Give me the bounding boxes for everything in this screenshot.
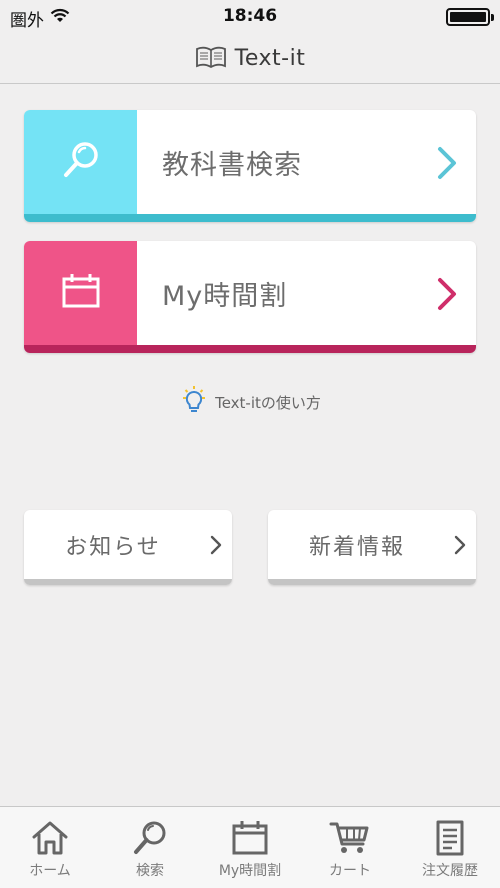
document-icon <box>430 819 470 857</box>
battery-fill <box>450 12 486 22</box>
cart-icon <box>329 819 371 857</box>
my-timetable-label: My時間割 <box>162 280 288 312</box>
news-button[interactable]: お知らせ <box>24 510 232 585</box>
new-arrivals-button[interactable]: 新着情報 <box>268 510 476 585</box>
news-label: お知らせ <box>65 534 161 560</box>
home-icon <box>30 819 70 857</box>
tab-bar: ホーム 検索 My時間割 カート 注文履歴 <box>0 806 500 888</box>
new-arrivals-card-accent <box>268 579 476 585</box>
chevron-right-icon <box>436 277 458 315</box>
book-icon <box>195 45 227 73</box>
tab-cart-label: カート <box>329 863 371 879</box>
new-arrivals-label: 新着情報 <box>308 534 405 560</box>
tab-search-label: 検索 <box>136 863 164 879</box>
nav-bar: Text-it <box>0 34 500 84</box>
tab-search[interactable]: 検索 <box>100 807 200 888</box>
tab-order-history-label: 注文履歴 <box>422 863 478 879</box>
calendar-icon <box>230 819 270 857</box>
tab-order-history[interactable]: 注文履歴 <box>400 807 500 888</box>
home-screen: 圏外 18:46 Text-it 教科書検索 My時間割 Text-itの使い方… <box>0 0 500 888</box>
how-to-use-link[interactable]: Text-itの使い方 <box>0 385 500 419</box>
search-card-accent <box>24 214 476 222</box>
tab-home-label: ホーム <box>29 863 71 879</box>
textbook-search-button[interactable]: 教科書検索 <box>24 110 476 222</box>
chevron-right-icon <box>454 535 466 559</box>
tab-home[interactable]: ホーム <box>0 807 100 888</box>
app-title: Text-it <box>234 46 306 71</box>
chevron-right-icon <box>210 535 222 559</box>
how-to-use-label: Text-itの使い方 <box>215 393 321 412</box>
tab-timetable[interactable]: My時間割 <box>200 807 300 888</box>
battery-icon <box>446 8 494 26</box>
calendar-icon-block <box>24 241 137 345</box>
timetable-card-accent <box>24 345 476 353</box>
tab-cart[interactable]: カート <box>300 807 400 888</box>
search-icon-block <box>24 110 137 214</box>
textbook-search-label: 教科書検索 <box>162 149 302 181</box>
status-time: 18:46 <box>222 6 278 26</box>
search-icon <box>130 819 170 857</box>
my-timetable-button[interactable]: My時間割 <box>24 241 476 353</box>
chevron-right-icon <box>436 146 458 184</box>
calendar-icon <box>61 273 101 313</box>
search-icon <box>61 140 101 184</box>
tab-timetable-label: My時間割 <box>218 863 282 879</box>
status-bar: 圏外 18:46 <box>0 0 500 34</box>
lightbulb-icon <box>179 385 209 419</box>
news-card-accent <box>24 579 232 585</box>
